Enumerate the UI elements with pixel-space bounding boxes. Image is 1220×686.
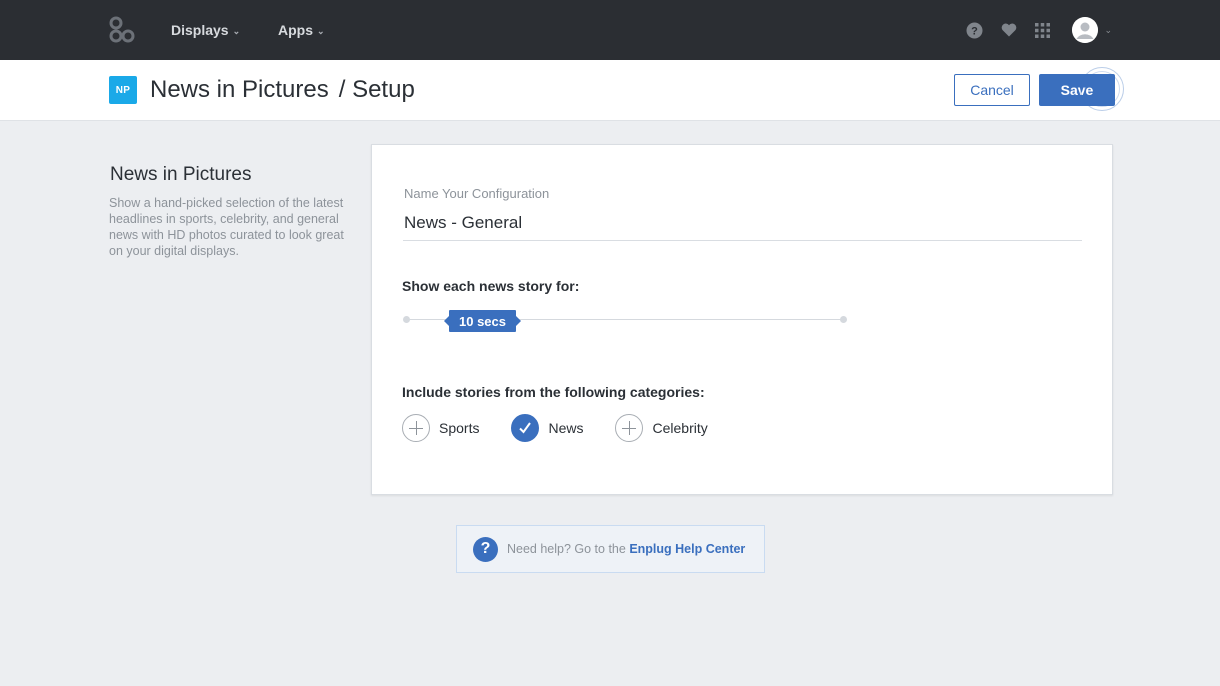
category-sports[interactable]: Sports bbox=[402, 414, 479, 442]
nav-displays-label: Displays bbox=[171, 22, 229, 38]
config-name-input[interactable] bbox=[403, 205, 1082, 241]
category-news[interactable]: News bbox=[511, 414, 583, 442]
slider-max-dot bbox=[840, 316, 847, 323]
grid-icon[interactable] bbox=[1034, 22, 1051, 39]
help-center-link[interactable]: Enplug Help Center bbox=[629, 542, 745, 556]
user-menu[interactable]: ⌄ bbox=[1072, 17, 1112, 43]
slider-thumb[interactable]: 10 secs bbox=[444, 310, 521, 332]
app-description-title: News in Pictures bbox=[110, 164, 252, 185]
slider-min-dot bbox=[403, 316, 410, 323]
page-title-app: News in Pictures bbox=[150, 76, 329, 103]
help-text: Need help? Go to the Enplug Help Center bbox=[507, 542, 745, 556]
check-icon bbox=[511, 414, 540, 442]
duration-slider[interactable]: 10 secs bbox=[402, 310, 848, 332]
avatar-icon bbox=[1072, 17, 1099, 43]
duration-label: Show each news story for: bbox=[402, 278, 580, 294]
logo-icon[interactable] bbox=[108, 15, 136, 45]
configuration-card: Name Your Configuration Show each news s… bbox=[371, 144, 1113, 495]
category-list: Sports News Celebrity bbox=[402, 414, 740, 442]
categories-label: Include stories from the following categ… bbox=[402, 384, 705, 400]
page-header: NP News in Pictures / Setup Cancel Save bbox=[0, 60, 1220, 121]
app-description-text: Show a hand-picked selection of the late… bbox=[109, 196, 344, 258]
page-title: News in Pictures / Setup bbox=[150, 76, 415, 104]
help-icon: ? bbox=[473, 536, 498, 562]
help-text-prefix: Need help? Go to the bbox=[507, 542, 630, 556]
heart-icon[interactable] bbox=[1000, 22, 1017, 39]
category-celebrity[interactable]: Celebrity bbox=[615, 414, 708, 442]
category-label: News bbox=[548, 420, 584, 436]
app-badge: NP bbox=[109, 76, 137, 104]
config-name-label: Name Your Configuration bbox=[404, 186, 550, 201]
chevron-down-icon: ⌄ bbox=[232, 25, 241, 36]
cancel-button[interactable]: Cancel bbox=[954, 74, 1030, 106]
save-button[interactable]: Save bbox=[1039, 74, 1115, 106]
category-label: Sports bbox=[439, 420, 480, 436]
nav-apps[interactable]: Apps ⌄ bbox=[278, 22, 325, 38]
chevron-down-icon: ⌄ bbox=[1104, 24, 1112, 35]
nav-displays[interactable]: Displays ⌄ bbox=[171, 22, 240, 38]
plus-icon bbox=[615, 414, 644, 442]
top-nav: Displays ⌄ Apps ⌄ ? ⌄ bbox=[0, 0, 1220, 60]
category-label: Celebrity bbox=[652, 420, 708, 436]
help-banner: ? Need help? Go to the Enplug Help Cente… bbox=[456, 525, 765, 573]
nav-apps-label: Apps bbox=[278, 22, 313, 38]
svg-text:?: ? bbox=[972, 25, 979, 37]
plus-icon bbox=[402, 414, 430, 442]
chevron-down-icon: ⌄ bbox=[317, 25, 325, 36]
help-icon[interactable]: ? bbox=[966, 22, 983, 39]
page-title-subtitle: / Setup bbox=[338, 76, 415, 103]
nav-icon-group: ? ⌄ bbox=[966, 16, 1112, 44]
